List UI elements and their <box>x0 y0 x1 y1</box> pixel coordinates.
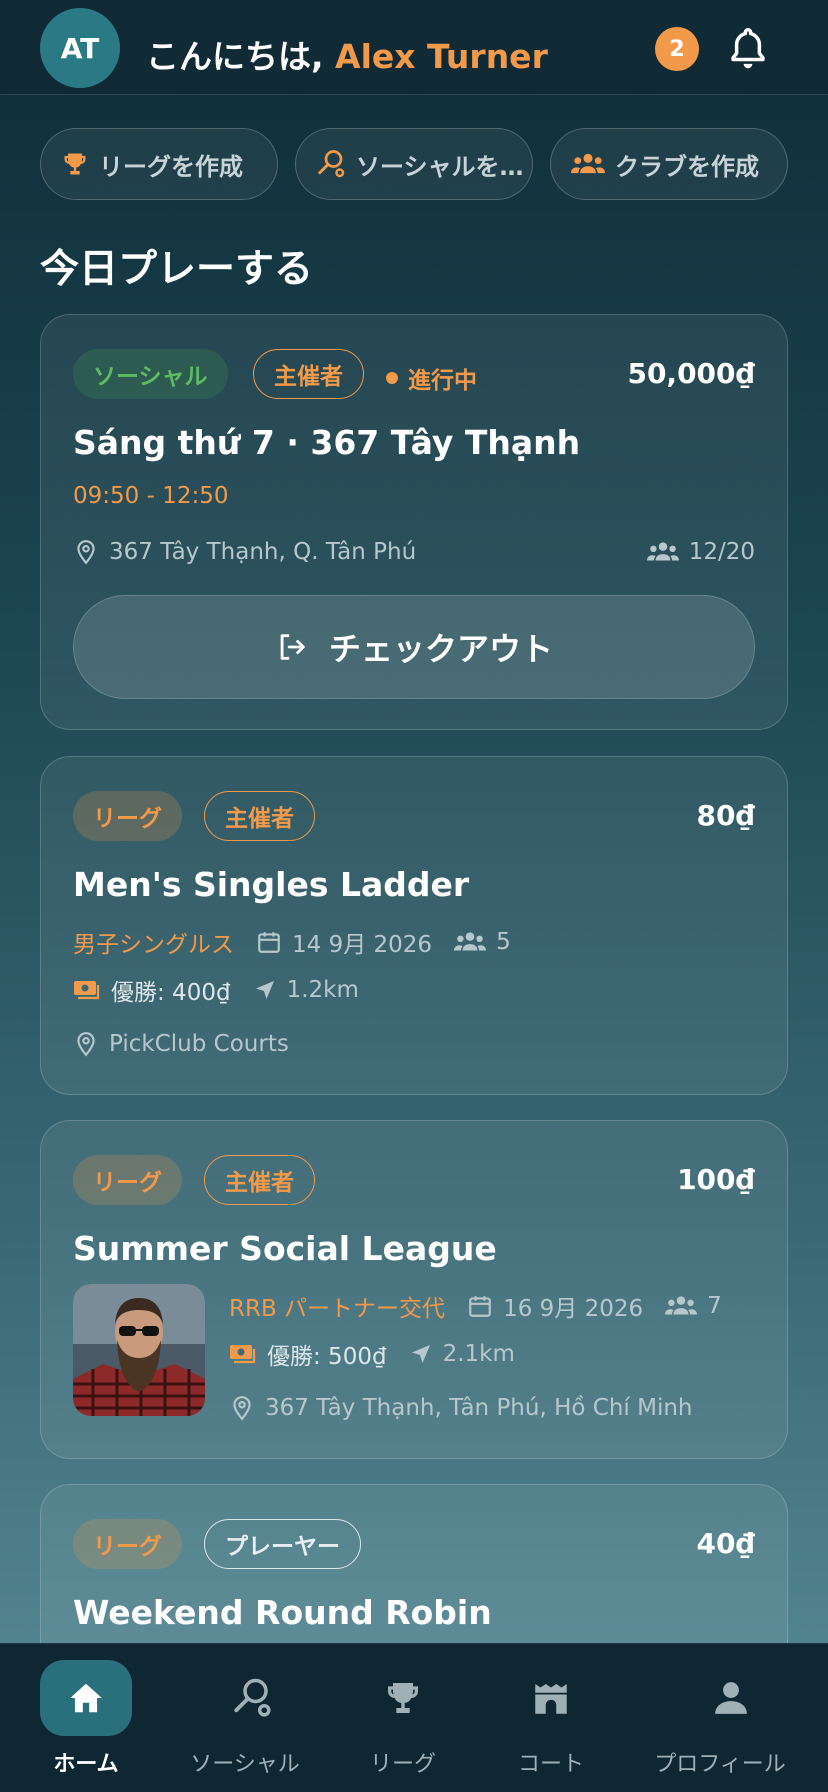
role-tag: プレーヤー <box>204 1519 361 1569</box>
nav-label: ホーム <box>53 1752 119 1777</box>
event-card-league[interactable]: リーグ 主催者 80₫ Men's Singles Ladder 男子シングルス… <box>40 756 788 1095</box>
nav-court[interactable]: コート <box>505 1644 597 1792</box>
role-tag: 主催者 <box>204 1155 315 1205</box>
nav-label: コート <box>517 1752 584 1777</box>
app-header: AT こんにちは, Alex Turner 2 <box>0 0 828 95</box>
event-time: 09:50 - 12:50 <box>73 483 229 509</box>
calendar-icon <box>258 932 280 953</box>
greeting: こんにちは, Alex Turner <box>146 30 548 78</box>
cash-icon <box>230 1345 256 1364</box>
event-location: PickClub Courts <box>73 1031 289 1057</box>
nav-social[interactable]: ソーシャル <box>185 1644 305 1792</box>
group-icon <box>454 932 487 951</box>
event-title: Men's Singles Ladder <box>73 865 470 904</box>
event-time-text: 09:50 - 12:50 <box>73 483 229 509</box>
location-text: 367 Tây Thạnh, Tân Phú, Hồ Chí Minh <box>265 1395 693 1421</box>
event-price: 100₫ <box>677 1163 755 1196</box>
avatar-initials: AT <box>60 31 100 65</box>
checkout-label: チェックアウト <box>328 630 553 668</box>
nav-home[interactable]: ホーム <box>40 1644 132 1792</box>
nav-label: ソーシャル <box>190 1752 300 1777</box>
group-icon <box>646 542 679 561</box>
group-icon <box>571 153 605 174</box>
event-card-league[interactable]: リーグ 主催者 100₫ Summer Social League RRB パー… <box>40 1120 788 1459</box>
checkout-button[interactable]: チェックアウト <box>73 595 755 699</box>
event-meta: 男子シングルス 14 9月 2026 5 <box>73 925 511 959</box>
status-live: 進行中 <box>386 361 477 395</box>
create-league-button[interactable]: リーグを作成 <box>40 128 278 200</box>
event-thumbnail <box>73 1284 205 1416</box>
location-text: PickClub Courts <box>109 1031 289 1057</box>
location-pin-icon <box>233 1396 251 1421</box>
location-text: 367 Tây Thạnh, Q. Tân Phú <box>109 539 417 565</box>
prize-text: 優勝: 500₫ <box>267 1344 387 1370</box>
event-price: 40₫ <box>696 1527 755 1560</box>
players-text: 12/20 <box>688 539 755 565</box>
create-social-label: ソーシャルを… <box>356 152 524 181</box>
event-card-social[interactable]: ソーシャル 主催者 進行中 50,000₫ Sáng thứ 7 · 367 T… <box>40 314 788 730</box>
event-prize-row: 優勝: 400₫ 1.2km <box>73 973 359 1007</box>
social-icon <box>206 1660 298 1736</box>
create-club-label: クラブを作成 <box>615 152 759 181</box>
role-tag: 主催者 <box>204 791 315 841</box>
players-text: 5 <box>496 929 511 955</box>
bell-icon[interactable] <box>727 26 769 72</box>
event-title: Summer Social League <box>73 1229 497 1268</box>
status-text: 進行中 <box>408 368 477 394</box>
players-text: 7 <box>707 1293 722 1319</box>
nav-label: リーグ <box>369 1752 436 1777</box>
prize-text: 優勝: 400₫ <box>111 980 231 1006</box>
location-pin-icon <box>77 1032 95 1057</box>
type-tag: ソーシャル <box>73 349 228 399</box>
event-price: 50,000₫ <box>627 357 755 390</box>
user-name: Alex Turner <box>335 37 548 76</box>
event-title: Sáng thứ 7 · 367 Tây Thạnh <box>73 423 581 462</box>
location-pin-icon <box>77 540 95 565</box>
role-tag: 主催者 <box>253 349 364 399</box>
live-dot-icon <box>386 372 398 384</box>
cash-icon <box>74 981 100 1000</box>
event-location: 367 Tây Thạnh, Q. Tân Phú <box>73 539 416 565</box>
organizer-photo <box>73 1284 205 1416</box>
event-title: Weekend Round Robin <box>73 1593 492 1632</box>
event-players: 12/20 <box>646 539 755 565</box>
home-icon <box>40 1660 132 1736</box>
greeting-text: こんにちは, <box>146 37 336 76</box>
nav-label: プロフィール <box>654 1752 786 1777</box>
avatar[interactable]: AT <box>40 8 120 88</box>
notification-badge[interactable]: 2 <box>655 27 699 71</box>
create-social-button[interactable]: ソーシャルを… <box>295 128 533 200</box>
type-tag: リーグ <box>73 1519 182 1569</box>
create-club-button[interactable]: クラブを作成 <box>550 128 788 200</box>
event-price: 80₫ <box>696 799 755 832</box>
nav-league[interactable]: リーグ <box>357 1644 449 1792</box>
event-location: 367 Tây Thạnh, Tân Phú, Hồ Chí Minh <box>229 1395 693 1421</box>
event-prize-row: 優勝: 500₫ 2.1km <box>229 1337 515 1371</box>
navigation-arrow-icon <box>255 981 274 999</box>
distance-text: 2.1km <box>442 1341 515 1367</box>
format-text: 男子シングルス <box>73 932 234 958</box>
type-tag: リーグ <box>73 1155 182 1205</box>
date-text: 16 9月 2026 <box>503 1296 644 1322</box>
section-title: 今日プレーする <box>40 247 314 292</box>
group-icon <box>665 1296 698 1315</box>
court-icon <box>505 1660 597 1736</box>
calendar-icon <box>469 1296 491 1317</box>
distance-text: 1.2km <box>286 977 359 1003</box>
trophy-icon <box>357 1660 449 1736</box>
type-tag: リーグ <box>73 791 182 841</box>
logout-icon <box>280 634 305 660</box>
nav-profile[interactable]: プロフィール <box>652 1644 788 1792</box>
create-league-label: リーグを作成 <box>99 152 243 181</box>
trophy-icon <box>64 153 86 175</box>
date-text: 14 9月 2026 <box>292 932 433 958</box>
event-meta: RRB パートナー交代 16 9月 2026 7 <box>229 1289 722 1323</box>
bottom-nav: ホーム ソーシャル リーグ コート プロフィール <box>0 1643 828 1792</box>
format-text: RRB パートナー交代 <box>229 1296 446 1322</box>
person-icon <box>685 1660 777 1736</box>
navigation-arrow-icon <box>411 1345 430 1363</box>
social-icon <box>318 150 345 178</box>
